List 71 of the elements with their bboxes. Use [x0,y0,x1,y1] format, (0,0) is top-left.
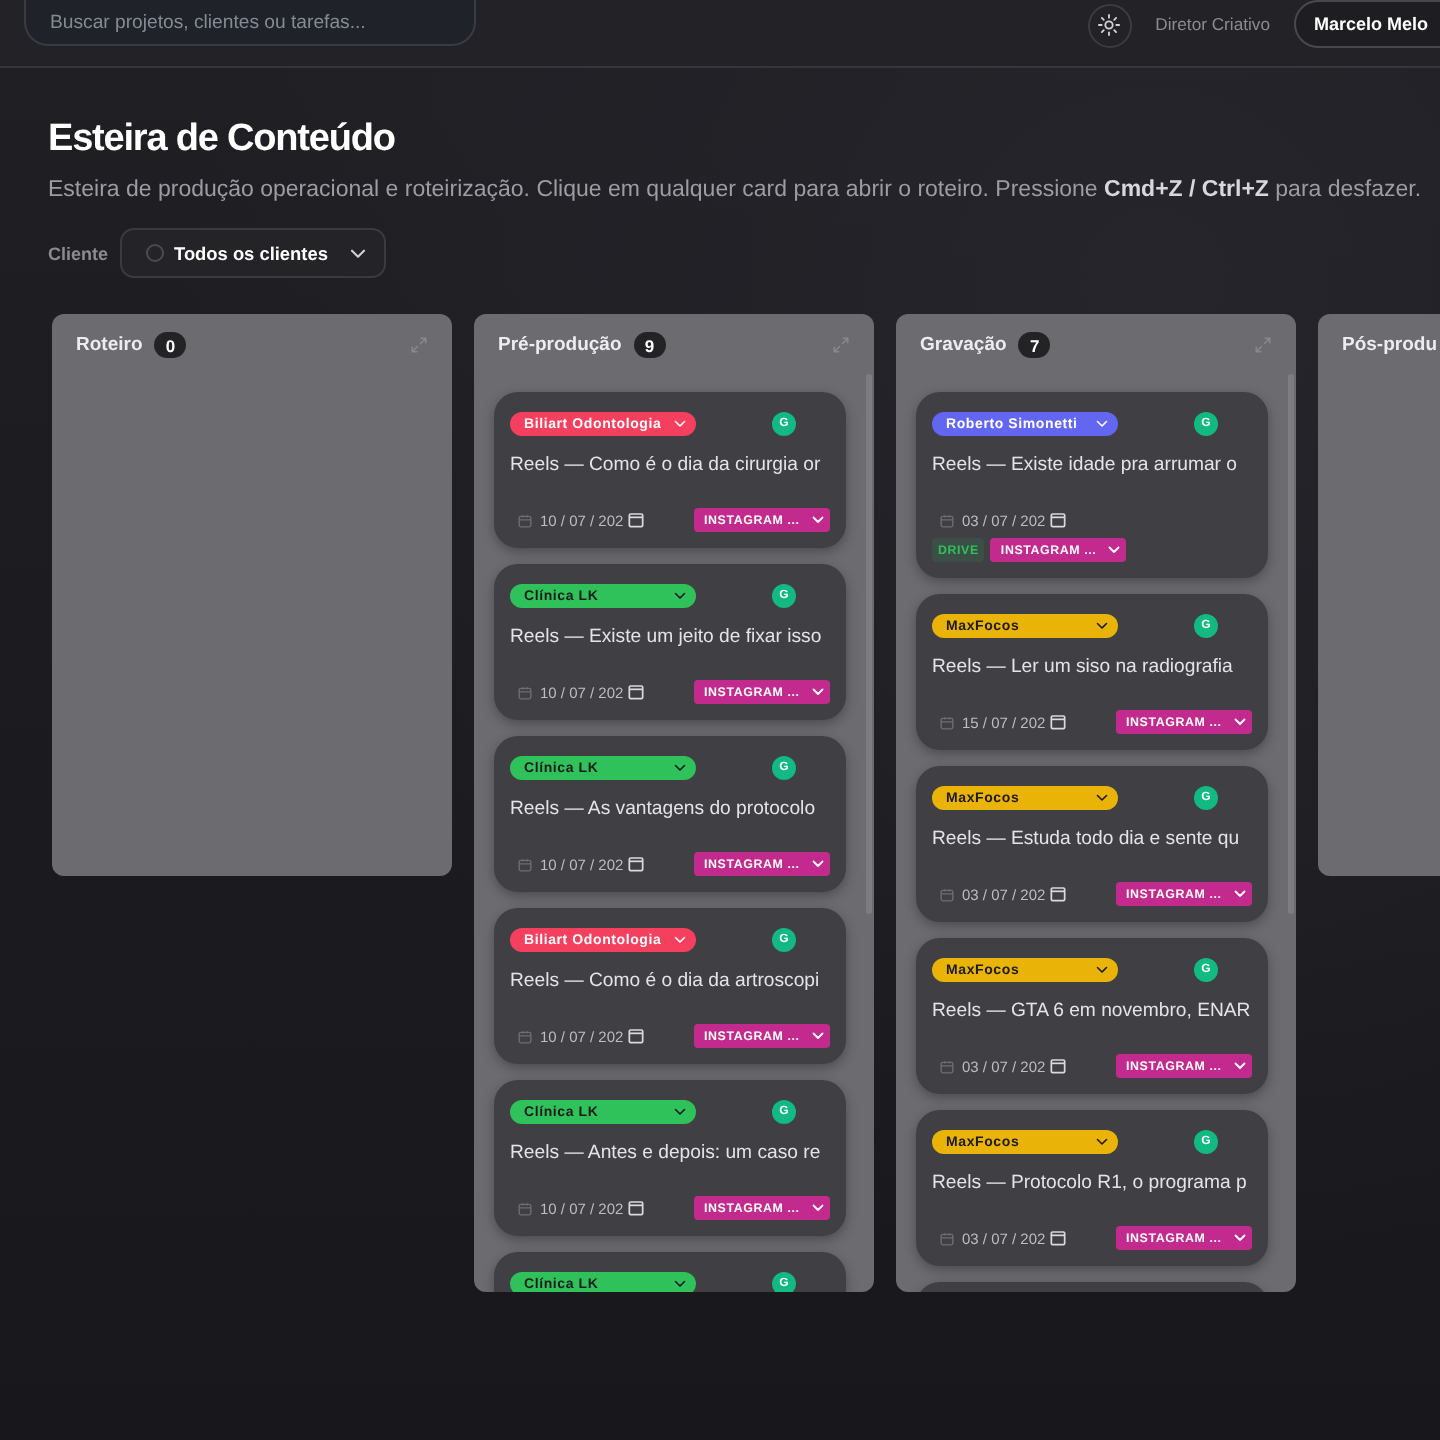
calendar-picker-icon[interactable] [627,684,644,700]
role-label: Diretor Criativo [1155,14,1270,34]
filter-label: Cliente [48,243,109,263]
card-title: Reels — Estuda todo dia e sente qu [932,828,1242,852]
calendar-icon [518,1201,532,1215]
chevron-down-icon [1234,718,1246,726]
scrollbar-thumb[interactable] [866,374,872,914]
calendar-icon [940,1059,954,1073]
theme-toggle-button[interactable] [1087,3,1132,47]
chevron-down-icon [812,516,824,524]
circle-icon [146,244,165,262]
count-badge: 7 [1018,332,1051,358]
chevron-down-icon [674,420,686,428]
chevron-down-icon [1234,1062,1246,1070]
chevron-down-icon [674,936,686,944]
chevron-down-icon [1096,420,1108,428]
column-title: Pós-produ [1342,334,1437,356]
card-title: Reels — Existe um jeito de fixar isso [510,626,824,650]
chevron-down-icon [812,860,824,868]
card-title: Reels — Existe idade pra arrumar o [932,454,1239,478]
calendar-icon [518,1029,532,1043]
card-title: Reels — Como é o dia da artroscopi [510,970,822,994]
calendar-picker-icon[interactable] [627,512,644,528]
chevron-down-icon [1234,890,1246,898]
chevron-down-icon [1108,546,1121,554]
calendar-icon [518,857,532,871]
scrollbar-thumb[interactable] [1288,374,1294,914]
client-select[interactable]: Todos os clientes [120,228,386,278]
calendar-picker-icon[interactable] [1049,1058,1066,1074]
calendar-icon [940,513,954,527]
search-field[interactable]: Buscar projetos, clientes ou tarefas... [24,0,476,46]
user-menu-button[interactable]: Marcelo Melo [1293,0,1440,48]
chevron-down-icon [1096,966,1108,974]
calendar-icon [940,715,954,729]
calendar-picker-icon[interactable] [627,1200,644,1216]
calendar-picker-icon[interactable] [627,856,644,872]
chevron-down-icon [812,688,824,696]
calendar-picker-icon[interactable] [1049,1230,1066,1246]
card-title: Reels — Antes e depois: um caso re [510,1142,823,1166]
calendar-icon [940,1231,954,1245]
chevron-down-icon [349,247,366,259]
calendar-icon [940,887,954,901]
column-title: Gravação [920,334,1007,356]
chevron-down-icon [1096,1138,1108,1146]
card-title: Reels — Ler um siso na radiografia [932,656,1235,680]
chevron-down-icon [812,1032,824,1040]
count-badge: 9 [633,332,666,358]
chevron-down-icon [674,1280,686,1288]
card-title: Reels — Como é o dia da cirurgia or [510,454,823,478]
calendar-icon [518,685,532,699]
calendar-picker-icon[interactable] [1049,714,1066,730]
card-title: Reels — GTA 6 em novembro, ENAR [932,1000,1252,1024]
calendar-icon [518,513,532,527]
chevron-down-icon [674,592,686,600]
chevron-down-icon [1234,1234,1246,1242]
calendar-picker-icon[interactable] [1049,886,1066,902]
chevron-down-icon [674,1108,686,1116]
chevron-down-icon [812,1204,824,1212]
sun-icon [1098,14,1121,36]
page-description: Esteira de produção operacional e roteirização. Clique em qualquer card para abrir o roteiro. Pressione Cmd+Z / Ctrl+Z para desfazer. [48,176,1422,206]
column-title: Roteiro [76,334,143,356]
chevron-down-icon [674,764,686,772]
card-title: Reels — As vantagens do protocolo [510,798,818,822]
card-title: Reels — Protocolo R1, o programa p [932,1172,1249,1196]
chevron-down-icon [1096,794,1108,802]
count-badge: 0 [154,332,187,358]
page-title: Esteira de Conteúdo [48,118,395,162]
calendar-picker-icon[interactable] [627,1028,644,1044]
column-title: Pré-produção [498,334,622,356]
chevron-down-icon [1096,622,1108,630]
calendar-picker-icon[interactable] [1049,512,1066,528]
